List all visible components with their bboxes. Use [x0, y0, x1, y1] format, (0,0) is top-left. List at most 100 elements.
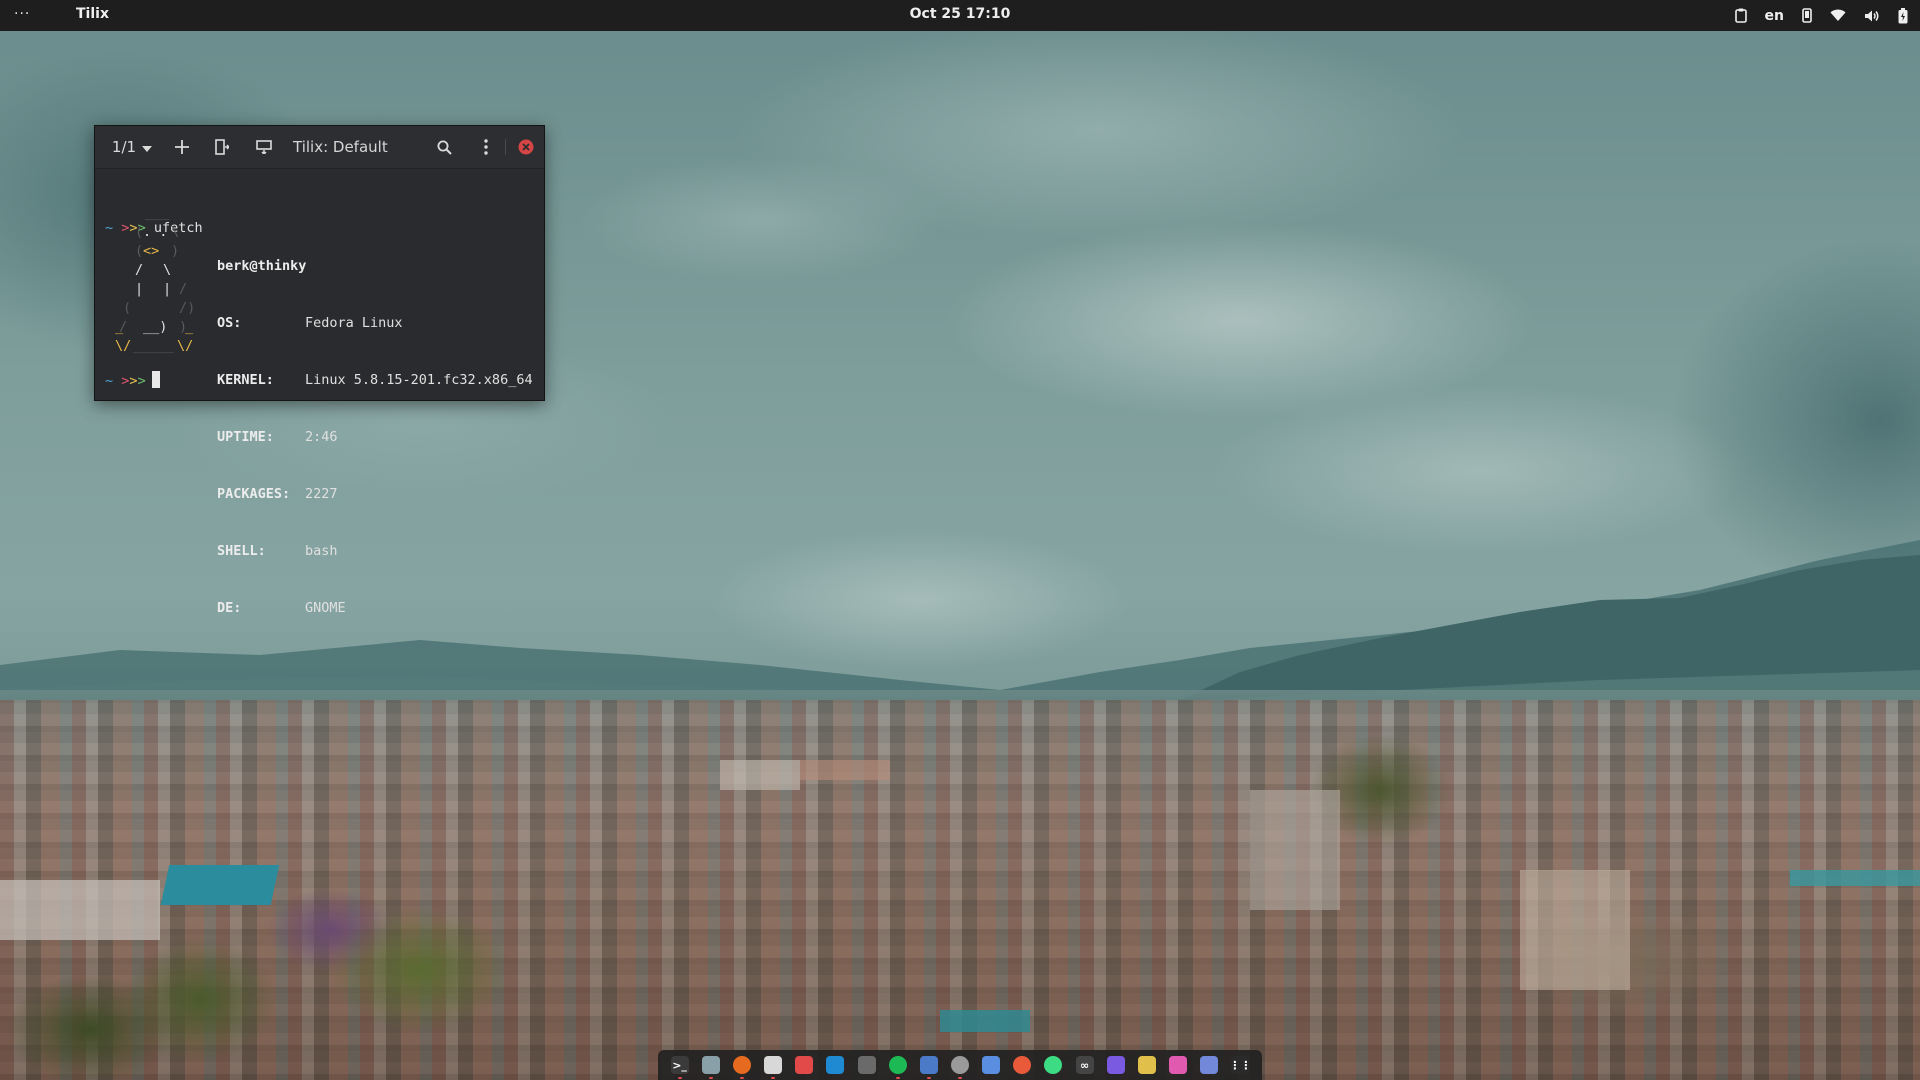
split-down-button[interactable] [247, 126, 281, 168]
activities-button[interactable]: ··· [14, 6, 30, 22]
top-bar: ··· Tilix Oct 25 17:10 en [0, 0, 1920, 31]
running-indicator [896, 1077, 901, 1079]
window-title: Tilix: Default [293, 138, 388, 156]
building [1250, 790, 1340, 910]
eye-icon [950, 1056, 969, 1074]
settings-icon [1106, 1056, 1125, 1074]
running-indicator [771, 1077, 776, 1079]
running-indicator [678, 1077, 682, 1079]
firefox-icon [732, 1056, 751, 1074]
terminal-icon: >_ [670, 1056, 689, 1074]
add-session-button[interactable] [165, 126, 199, 168]
header-separator [505, 139, 506, 155]
info-key: UPTIME: [217, 429, 274, 445]
search-icon [437, 140, 452, 155]
dock-item-eye[interactable] [944, 1050, 975, 1080]
dock-item-settings[interactable] [1100, 1050, 1131, 1080]
dock-item-app-grid[interactable]: ⋮⋮ [1225, 1050, 1256, 1080]
building [0, 880, 160, 940]
screenshot-icon [857, 1056, 876, 1074]
running-indicator [709, 1077, 714, 1079]
dock-item-files[interactable] [695, 1050, 726, 1080]
info-row: PACKAGES: 2227 [217, 485, 533, 504]
wifi-icon[interactable] [1830, 9, 1846, 22]
info-key: OS: [217, 315, 242, 331]
dock-item-window[interactable] [913, 1050, 944, 1080]
vscode-icon [826, 1056, 845, 1074]
system-info: berk@thinky OS: Fedora Linux KERNEL: Linux… [217, 219, 533, 656]
battery-icon[interactable] [1898, 7, 1908, 24]
building [720, 760, 800, 790]
prompt-tilde: ~ [105, 373, 114, 389]
prompt-arrows: >>> [121, 373, 146, 389]
info-key: DE: [217, 600, 242, 616]
chevron-down-icon [142, 138, 153, 156]
building [800, 760, 890, 780]
calendar-icon [795, 1056, 814, 1074]
dock-item-software[interactable] [757, 1050, 788, 1080]
dock: >_ ∞ ⋮⋮ [658, 1050, 1262, 1080]
document-icon [982, 1056, 1001, 1074]
language-indicator[interactable]: en [1765, 8, 1784, 24]
android-icon [1044, 1056, 1063, 1074]
window-icon [919, 1056, 938, 1074]
building [1520, 870, 1630, 990]
colors-icon [1169, 1056, 1188, 1074]
dock-item-calendar[interactable] [789, 1050, 820, 1080]
spotify-icon [888, 1056, 907, 1074]
running-indicator [927, 1077, 932, 1079]
building-roof [160, 865, 280, 905]
dock-item-vscode[interactable] [820, 1050, 851, 1080]
dock-item-colors[interactable] [1163, 1050, 1194, 1080]
split-right-button[interactable] [205, 126, 239, 168]
dock-item-spotify[interactable] [882, 1050, 913, 1080]
dock-item-document[interactable] [976, 1050, 1007, 1080]
terminal-window: 1/1 Tilix: Default ~ >>> ufetch (\ () … [94, 125, 545, 616]
info-row: DE: GNOME [217, 599, 533, 618]
dock-item-screenshot[interactable] [851, 1050, 882, 1080]
files-icon [701, 1056, 720, 1074]
session-switcher[interactable]: 1/1 [105, 126, 159, 168]
dock-item-mail[interactable] [1007, 1050, 1038, 1080]
ufetch-output: ___ (\ () (//) /) . . /\ || __) <> __ \/… [105, 219, 533, 616]
user-host: berk@thinky [217, 258, 307, 274]
info-value: 2:46 [305, 429, 338, 445]
discord-icon [1200, 1056, 1219, 1074]
info-row: KERNEL: Linux 5.8.15-201.fc32.x86_64 [217, 371, 533, 390]
info-value: GNOME [305, 600, 346, 616]
running-indicator [958, 1077, 963, 1079]
glasses-icon: ∞ [1075, 1056, 1094, 1074]
menu-button[interactable] [471, 126, 501, 168]
search-button[interactable] [427, 126, 461, 168]
info-key: PACKAGES: [217, 486, 291, 502]
running-indicator [740, 1077, 745, 1079]
active-prompt-line: ~ >>> [105, 371, 160, 391]
session-count: 1/1 [111, 138, 137, 156]
dock-item-camera[interactable] [1131, 1050, 1162, 1080]
info-row: OS: Fedora Linux [217, 314, 533, 333]
app-menu[interactable]: Tilix [76, 6, 109, 22]
dock-item-discord[interactable] [1194, 1050, 1225, 1080]
svg-text:. . /\ ||: . . / \ | | __) [135, 224, 179, 335]
tux-ascii-logo: ___ (\ () (//) /) . . /\ || __) <> __ \/… [115, 219, 195, 354]
terminal-headerbar: 1/1 Tilix: Default [95, 126, 544, 169]
info-row: SHELL: bash [217, 542, 533, 561]
volume-icon[interactable] [1864, 9, 1880, 23]
dock-item-terminal[interactable]: >_ [664, 1050, 695, 1080]
dock-item-android[interactable] [1038, 1050, 1069, 1080]
dock-item-glasses[interactable]: ∞ [1069, 1050, 1100, 1080]
clock[interactable]: Oct 25 17:10 [910, 6, 1011, 22]
kebab-menu-icon [484, 139, 488, 155]
software-icon [764, 1056, 783, 1074]
info-key: KERNEL: [217, 372, 274, 388]
city-skyline [0, 700, 1920, 1080]
close-button[interactable] [509, 126, 543, 168]
info-key: SHELL: [217, 543, 266, 559]
info-value: bash [305, 543, 338, 559]
dock-item-firefox[interactable] [726, 1050, 757, 1080]
terminal-output[interactable]: ~ >>> ufetch ___ (\ () (//) /) . . /\ ||… [105, 181, 536, 616]
phone-icon[interactable] [1802, 8, 1812, 23]
clipboard-icon[interactable] [1734, 8, 1747, 23]
building-roof [940, 1010, 1030, 1032]
split-terminal-icon [215, 139, 229, 155]
